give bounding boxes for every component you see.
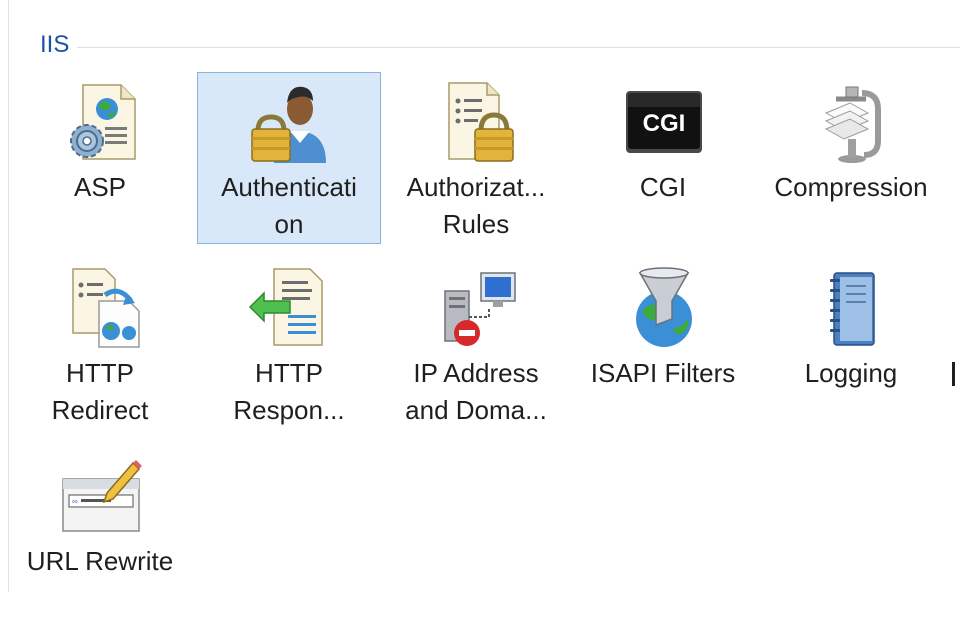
partial-label-glyph — [952, 362, 955, 386]
feature-label: Compression — [774, 172, 928, 202]
feature-http-response-headers[interactable]: HTTP Respon... — [197, 258, 381, 430]
feature-ip-address-domain[interactable]: IP Address and Doma... — [384, 258, 568, 430]
isapi-filters-icon — [636, 267, 692, 347]
feature-logging[interactable]: Logging — [759, 258, 943, 430]
group-divider — [77, 46, 960, 48]
feature-label: Logging — [804, 358, 898, 388]
feature-asp[interactable]: ASP — [8, 72, 192, 244]
feature-label: HTTP Redirect — [51, 358, 149, 425]
feature-partial-offscreen[interactable] — [952, 354, 960, 390]
feature-label: Authorizat... Rules — [406, 172, 546, 239]
feature-compression[interactable]: Compression — [759, 72, 943, 244]
svg-text:∞: ∞ — [72, 497, 78, 506]
feature-label: CGI — [639, 172, 687, 202]
group-header-iis: IIS — [40, 30, 960, 60]
cgi-icon: CGI — [626, 91, 702, 153]
feature-label: ASP — [73, 172, 127, 202]
group-title: IIS — [40, 31, 70, 58]
asp-icon — [70, 84, 136, 160]
feature-isapi-filters[interactable]: ISAPI Filters — [571, 258, 755, 430]
feature-label: HTTP Respon... — [233, 358, 345, 425]
feature-url-rewrite[interactable]: ∞ URL Rewrite — [8, 446, 192, 618]
compression-icon — [824, 86, 881, 163]
feature-cgi[interactable]: CGI CGI — [571, 72, 755, 244]
feature-label: ISAPI Filters — [590, 358, 736, 388]
url-rewrite-icon: ∞ — [62, 460, 142, 532]
logging-icon — [830, 272, 875, 346]
feature-http-redirect[interactable]: HTTP Redirect — [8, 258, 192, 430]
feature-label: URL Rewrite — [26, 546, 174, 576]
http-redirect-icon — [72, 268, 140, 348]
feature-authorization-rules[interactable]: Authorizat... Rules — [384, 72, 568, 244]
feature-label: Authenticati on — [221, 172, 357, 239]
feature-authentication[interactable]: Authenticati on — [197, 72, 381, 244]
ip-address-domain-icon — [444, 272, 516, 346]
feature-label: IP Address and Doma... — [405, 358, 547, 425]
authorization-rules-icon — [448, 82, 514, 162]
svg-text:CGI: CGI — [643, 110, 686, 137]
http-response-headers-icon — [248, 268, 323, 346]
authentication-icon — [251, 86, 326, 163]
